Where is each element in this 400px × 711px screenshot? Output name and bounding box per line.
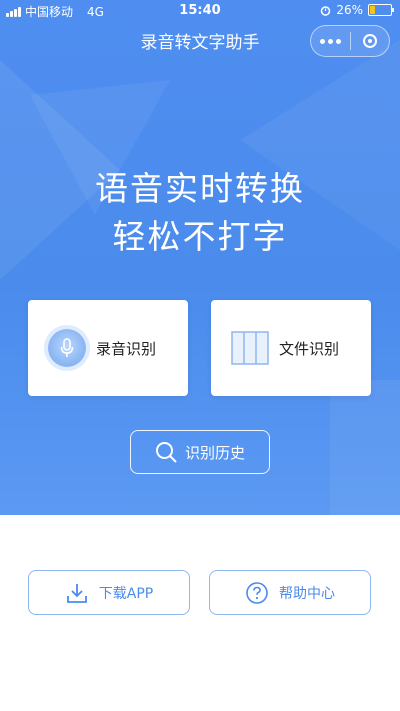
download-app-label: 下载APP (98, 585, 154, 602)
history-label: 识别历史 (184, 443, 245, 462)
battery-percent: 26% (336, 3, 363, 17)
battery-fill (370, 6, 375, 14)
help-center-button[interactable]: 帮助中心 (209, 570, 371, 615)
battery-icon (368, 4, 394, 16)
alarm-icon (321, 5, 331, 16)
download-icon (66, 583, 87, 603)
slogan-line-1: 语音实时转换 (95, 169, 305, 208)
status-bar: 中国移动 4G 15:40 26% (0, 0, 400, 22)
record-recognition-card[interactable]: 录音识别 (28, 300, 188, 396)
record-recognition-label: 录音识别 (96, 339, 157, 358)
search-icon (155, 442, 177, 463)
slogan-line-2: 轻松不打字 (112, 217, 288, 256)
file-recognition-card[interactable]: 文件识别 (211, 300, 371, 396)
file-recognition-label: 文件识别 (279, 339, 340, 358)
hero-banner: 中国移动 4G 15:40 26% 录音转文字助手 语音实时转换 轻松不打字 录… (0, 0, 400, 515)
help-circle-icon (246, 581, 268, 604)
microphone-icon (48, 329, 86, 367)
mini-program-capsule (310, 25, 390, 57)
more-dots-icon[interactable] (311, 26, 350, 56)
history-button[interactable]: 识别历史 (130, 430, 270, 474)
download-app-button[interactable]: 下载APP (28, 570, 190, 615)
file-grid-icon (231, 331, 269, 365)
help-center-label: 帮助中心 (279, 585, 335, 602)
target-close-icon[interactable] (351, 26, 389, 56)
